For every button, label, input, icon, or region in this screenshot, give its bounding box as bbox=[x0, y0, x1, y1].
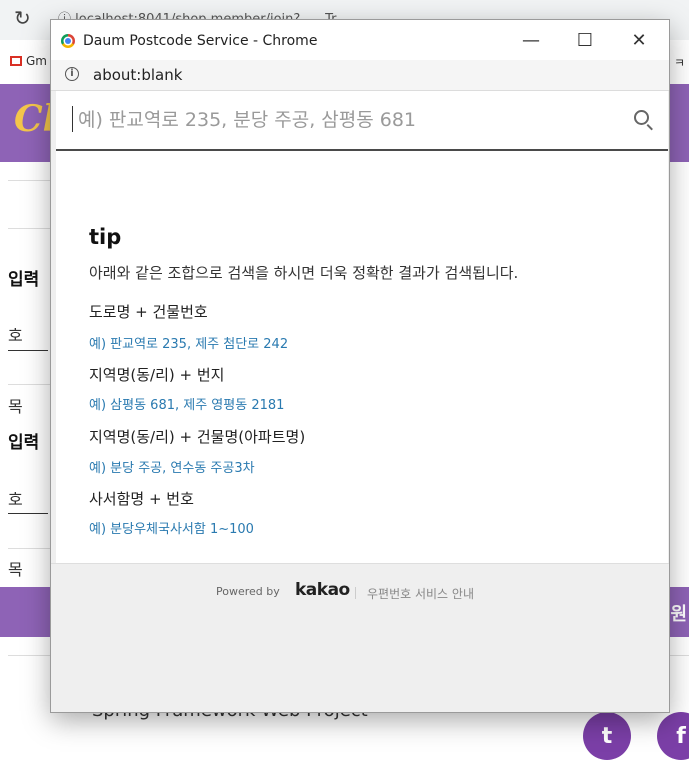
info-icon[interactable]: i bbox=[65, 67, 79, 81]
field-label-4: 목 bbox=[8, 560, 23, 579]
window-titlebar[interactable]: Daum Postcode Service - Chrome — ☐ ✕ bbox=[51, 20, 669, 60]
maximize-button[interactable]: ☐ bbox=[565, 26, 605, 54]
postcode-content: tip 아래와 같은 조합으로 검색을 하시면 더욱 정확한 결과가 검색됩니다… bbox=[56, 91, 668, 634]
tip-item-head: 지역명(동/리) + 건물명(아파트명) bbox=[89, 428, 306, 446]
postcode-popup-window: Daum Postcode Service - Chrome — ☐ ✕ i a… bbox=[51, 20, 669, 712]
background-submit-label: 원 bbox=[670, 604, 687, 625]
tip-description: 아래와 같은 조합으로 검색을 하시면 더욱 정확한 결과가 검색됩니다. bbox=[89, 264, 519, 282]
tip-item-head: 사서함명 + 번호 bbox=[89, 490, 194, 508]
twitter-icon[interactable]: t bbox=[583, 712, 631, 760]
refresh-icon[interactable]: ↻ bbox=[14, 6, 31, 30]
window-title: Daum Postcode Service - Chrome bbox=[83, 33, 318, 49]
kakao-logo[interactable]: kakao bbox=[295, 580, 350, 600]
footer-divider bbox=[51, 563, 669, 564]
tip-item-example: 예) 삼평동 681, 제주 영평동 2181 bbox=[89, 398, 285, 413]
service-guide-link[interactable]: 우편번호 서비스 안내 bbox=[367, 585, 474, 602]
popup-address-bar: i about:blank bbox=[51, 60, 669, 91]
close-button[interactable]: ✕ bbox=[619, 26, 659, 54]
search-icon[interactable] bbox=[634, 110, 649, 125]
text-caret bbox=[72, 106, 73, 132]
tip-item-example: 예) 분당우체국사서함 1~100 bbox=[89, 522, 254, 537]
postcode-footer: Powered by kakao 우편번호 서비스 안내 bbox=[51, 563, 669, 712]
tip-item-example: 예) 분당 주공, 연수동 주공3차 bbox=[89, 461, 255, 476]
field-underline bbox=[8, 513, 48, 514]
section-title-2: 입력 bbox=[8, 433, 40, 453]
field-label-2: 목 bbox=[8, 397, 23, 416]
section-title-1: 입력 bbox=[8, 270, 40, 290]
search-bar bbox=[56, 91, 668, 151]
chrome-icon bbox=[61, 34, 75, 48]
minimize-button[interactable]: — bbox=[511, 26, 551, 54]
facebook-glyph: f bbox=[676, 723, 686, 749]
footer-separator bbox=[355, 587, 356, 599]
divider bbox=[8, 180, 52, 181]
tip-item-head: 지역명(동/리) + 번지 bbox=[89, 366, 225, 384]
field-label-3: 호 bbox=[8, 490, 23, 509]
divider bbox=[8, 384, 52, 385]
tip-item-example: 예) 판교역로 235, 제주 첨단로 242 bbox=[89, 337, 289, 352]
powered-by-label: Powered by bbox=[216, 585, 280, 598]
bookmark-gmail[interactable]: Gm bbox=[10, 54, 47, 68]
twitter-glyph: t bbox=[601, 723, 613, 749]
field-label-1: 호 bbox=[8, 326, 23, 345]
popup-address: about:blank bbox=[93, 66, 183, 84]
tip-title: tip bbox=[89, 225, 122, 249]
site-logo[interactable]: Cl bbox=[14, 98, 56, 140]
tip-item-head: 도로명 + 건물번호 bbox=[89, 303, 208, 321]
field-underline bbox=[8, 350, 48, 351]
facebook-icon[interactable]: f bbox=[657, 712, 689, 760]
address-search-input[interactable] bbox=[76, 101, 620, 139]
bookmark-gmail-label: Gm bbox=[26, 54, 47, 68]
divider bbox=[8, 548, 52, 549]
divider bbox=[8, 228, 52, 229]
gmail-icon bbox=[10, 56, 22, 66]
